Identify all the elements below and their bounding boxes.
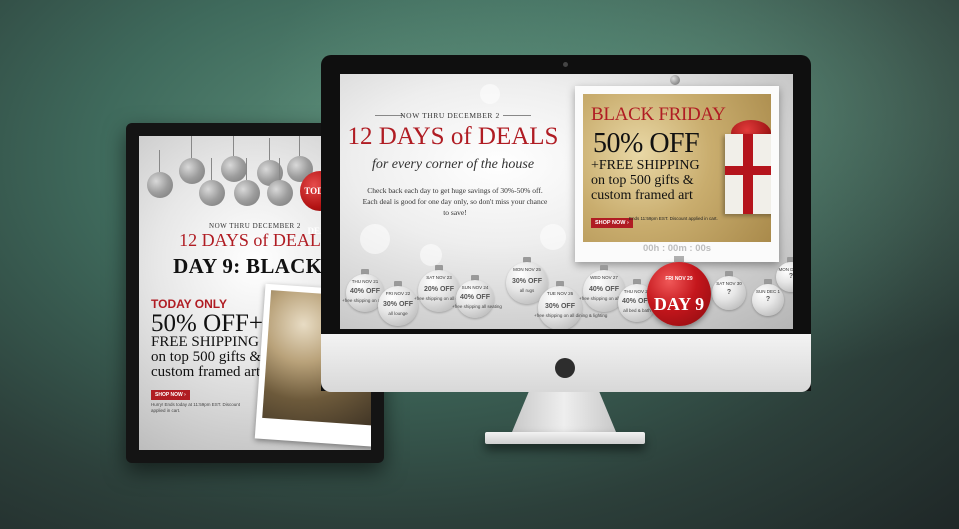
ornament-date: MON NOV 25: [513, 267, 541, 272]
desktop-title: 12 DAYS of DEALS: [347, 123, 559, 150]
bokeh-light: [420, 244, 442, 266]
gift-ribbon: [725, 166, 771, 175]
showcase-scene: TODAY DEAL NOW THRU DECEMBER 2 12 DAYS o…: [0, 0, 959, 529]
bokeh-light: [480, 84, 500, 104]
ornament-date: SAT NOV 23: [426, 275, 452, 280]
countdown-timer: 00h : 00m : 00s: [642, 243, 712, 254]
ornament-percent: ?: [765, 296, 771, 304]
featured-day-date: FRI NOV 29: [665, 276, 693, 282]
bokeh-light: [360, 224, 390, 254]
ornament-icon: [199, 158, 225, 206]
ornament-icon: [221, 136, 247, 182]
poster-line: on top 500 gifts &: [591, 173, 694, 188]
ornament-icon: [179, 136, 205, 184]
ornament-percent: ?: [726, 288, 732, 296]
ornament-date: SUN NOV 24: [461, 285, 489, 290]
camera-icon: [563, 62, 568, 67]
poster-headline: BLACK FRIDAY: [591, 104, 726, 125]
tablet-today-only: TODAY ONLY: [151, 297, 228, 311]
black-friday-poster: BLACK FRIDAY 50% OFF +FREE SHIPPING on t…: [583, 94, 771, 242]
ornament-date: WED NOV 27: [590, 275, 618, 280]
poster-line: custom framed art: [591, 188, 693, 203]
ornament-percent: ?: [788, 273, 793, 281]
ornament-percent: 30% OFF: [383, 301, 413, 309]
ornament-date: FRI NOV 22: [385, 291, 411, 296]
ornament-date: TUE NOV 26: [546, 291, 574, 296]
pushpin-icon: [670, 75, 680, 85]
ornament-icon: [147, 150, 173, 198]
ornament-category: +free shipping on all dining & lighting: [534, 313, 608, 319]
monitor-stand-foot: [485, 432, 645, 444]
ornament-date: THU NOV 21: [351, 279, 379, 284]
tablet-offer-line: custom framed art: [151, 364, 261, 380]
ornament-percent: 20% OFF: [424, 285, 454, 293]
tablet-shop-now-button[interactable]: SHOP NOW ›: [151, 390, 190, 400]
ornament-date: SUN DEC 1: [755, 289, 780, 294]
black-friday-card[interactable]: BLACK FRIDAY 50% OFF +FREE SHIPPING on t…: [575, 86, 779, 262]
ornament-date: SAT NOV 30: [716, 281, 742, 286]
poster-percent: 50% OFF: [593, 128, 700, 159]
poster-line: +FREE SHIPPING: [591, 158, 700, 173]
ornament-category: all lounge: [388, 310, 408, 316]
tablet-fine-print: Hurry! Ends today at 11:59pm EST. Discou…: [151, 402, 240, 413]
ornament-date: MON DEC 2: [778, 267, 793, 272]
monitor-stand-neck: [512, 392, 616, 432]
featured-day-label: DAY 9: [653, 294, 705, 314]
logo-dot-icon: [555, 358, 575, 378]
ornament-percent: 30% OFF: [545, 302, 575, 310]
ornament-category: +free shipping all seating: [452, 303, 502, 309]
desktop-body: Check back each day to get huge savings …: [362, 186, 548, 217]
desktop-kicker: NOW THRU DECEMBER 2: [400, 111, 500, 120]
desktop-screen: NOW THRU DECEMBER 2 12 DAYS of DEALS for…: [340, 74, 793, 329]
ornament-icon: [267, 158, 293, 206]
poster-fine-print: Ends 11:59pm EST. Discount applied in ca…: [629, 216, 718, 221]
ornament-percent: 30% OFF: [512, 277, 542, 285]
ornament-icon: [234, 158, 260, 206]
ornament-percent: 40% OFF: [460, 294, 490, 302]
poster-shop-now-button[interactable]: SHOP NOW ›: [591, 218, 633, 228]
desktop-subtitle: for every corner of the house: [371, 157, 535, 172]
bokeh-light: [540, 224, 566, 250]
